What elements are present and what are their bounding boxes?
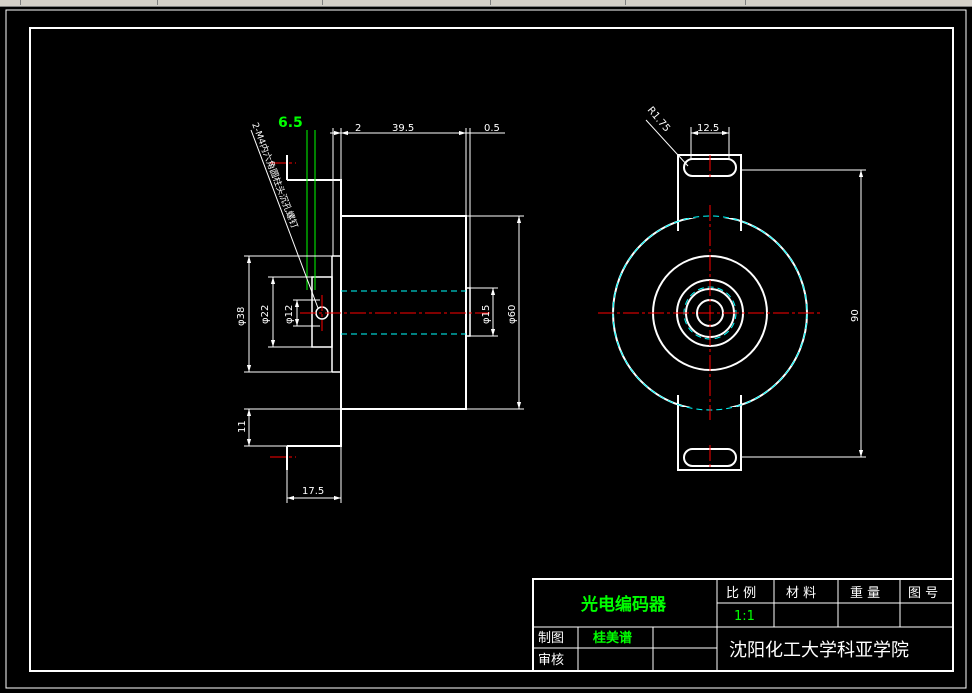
- dim-r1-75: R1.75: [645, 105, 672, 134]
- weight-header: 重 量: [850, 585, 880, 601]
- dim-12-5: 12.5: [697, 123, 719, 134]
- scale-header: 比 例: [726, 586, 756, 601]
- drawn-by: 桂美谱: [592, 630, 632, 646]
- dim-90: 90: [850, 309, 861, 322]
- toolbar-segment: [322, 0, 491, 5]
- scale-value: 1:1: [734, 609, 755, 624]
- dim-phi-12: φ12: [284, 305, 295, 324]
- leader-note: 2-M4内六角圆柱头沉孔螺钉: [249, 121, 301, 230]
- toolbar-segment: [0, 0, 21, 5]
- dim-6-5: 6.5: [278, 115, 303, 131]
- green-dimension-lines: [306, 130, 316, 290]
- dim-2: 2: [355, 123, 361, 134]
- cad-drawing: 6.5 2 39.5 0.5 φ38 φ22 φ12 φ15 φ60 11 17…: [5, 9, 967, 689]
- shaft-collar: [465, 287, 471, 337]
- dim-phi-15: φ15: [481, 305, 492, 324]
- drawing-no-header: 图 号: [908, 586, 938, 601]
- dim-phi-22: φ22: [260, 305, 271, 324]
- front-dimension-labels: 6.5 2 39.5 0.5 φ38 φ22 φ12 φ15 φ60 11 17…: [236, 115, 518, 497]
- toolbar-segment: [490, 0, 626, 5]
- window-top-strip: [0, 0, 972, 7]
- dim-0-5: 0.5: [484, 123, 500, 134]
- checked-label: 审核: [538, 653, 564, 668]
- toolbar-segment: [20, 0, 158, 5]
- front-center-lines: [270, 162, 490, 458]
- drawing-canvas[interactable]: 6.5 2 39.5 0.5 φ38 φ22 φ12 φ15 φ60 11 17…: [0, 7, 972, 693]
- dim-phi-38: φ38: [236, 307, 247, 326]
- material-header: 材 料: [786, 586, 816, 601]
- toolbar-segment: [625, 0, 746, 5]
- sheet-outer-border: [5, 9, 967, 689]
- part-name: 光电编码器: [580, 594, 667, 615]
- drawn-label: 制图: [538, 631, 564, 646]
- bracket-bottom: [287, 409, 342, 447]
- school-name: 沈阳化工大学科亚学院: [729, 640, 909, 661]
- dim-11: 11: [237, 420, 248, 433]
- toolbar-segment: [157, 0, 323, 5]
- dim-39-5: 39.5: [392, 123, 414, 134]
- dim-phi-60: φ60: [507, 305, 518, 324]
- dim-17-5: 17.5: [302, 486, 324, 497]
